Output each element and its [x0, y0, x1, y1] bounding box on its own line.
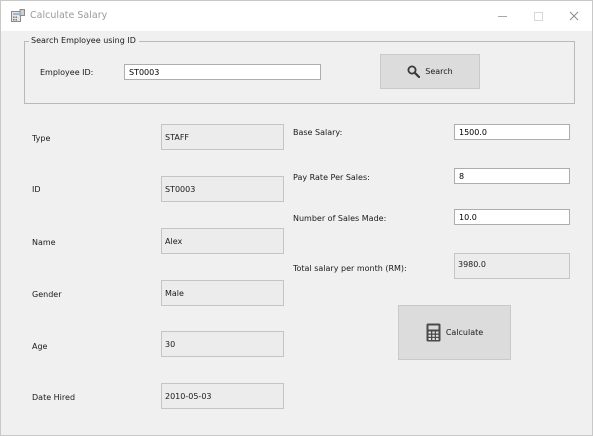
- close-icon: [569, 11, 579, 21]
- title-bar[interactable]: Calculate Salary: [1, 1, 592, 31]
- pay-rate-input[interactable]: [454, 168, 570, 184]
- calculate-button[interactable]: Calculate: [398, 305, 511, 360]
- base-salary-input[interactable]: [454, 124, 570, 140]
- base-salary-label: Base Salary:: [293, 128, 343, 137]
- close-button[interactable]: [556, 1, 592, 31]
- age-field: 30: [161, 331, 284, 357]
- search-icon: [407, 65, 421, 78]
- gender-label: Gender: [32, 290, 62, 299]
- maximize-icon: [533, 11, 543, 21]
- calculate-salary-window: Calculate Salary Search Employee using I…: [0, 0, 593, 436]
- age-label: Age: [32, 342, 48, 351]
- window-title: Calculate Salary: [30, 10, 108, 21]
- calculate-button-label: Calculate: [445, 328, 484, 337]
- search-group-label: Search Employee using ID: [29, 36, 139, 45]
- type-field: STAFF: [161, 124, 284, 150]
- name-field: Alex: [161, 228, 284, 254]
- minimize-icon: [497, 15, 507, 17]
- search-button[interactable]: Search: [380, 54, 480, 89]
- date-hired-label: Date Hired: [32, 393, 76, 402]
- employee-id-input[interactable]: [124, 64, 321, 80]
- gender-field: Male: [161, 280, 284, 306]
- total-salary-field: 3980.0: [454, 253, 570, 279]
- type-label: Type: [32, 134, 51, 143]
- search-button-label: Search: [425, 67, 453, 76]
- name-label: Name: [32, 238, 56, 247]
- date-hired-field: 2010-05-03: [161, 383, 284, 409]
- pay-rate-label: Pay Rate Per Sales:: [293, 173, 370, 182]
- total-salary-label: Total salary per month (RM):: [293, 264, 407, 273]
- calculator-icon: [426, 323, 441, 342]
- id-field: ST0003: [161, 176, 284, 202]
- sales-made-input[interactable]: [454, 209, 570, 225]
- minimize-button[interactable]: [484, 1, 520, 31]
- calculator-app-icon: [11, 9, 25, 22]
- id-label: ID: [32, 185, 41, 194]
- sales-made-label: Number of Sales Made:: [293, 214, 387, 223]
- maximize-button[interactable]: [520, 1, 556, 31]
- employee-id-label: Employee ID:: [40, 68, 94, 77]
